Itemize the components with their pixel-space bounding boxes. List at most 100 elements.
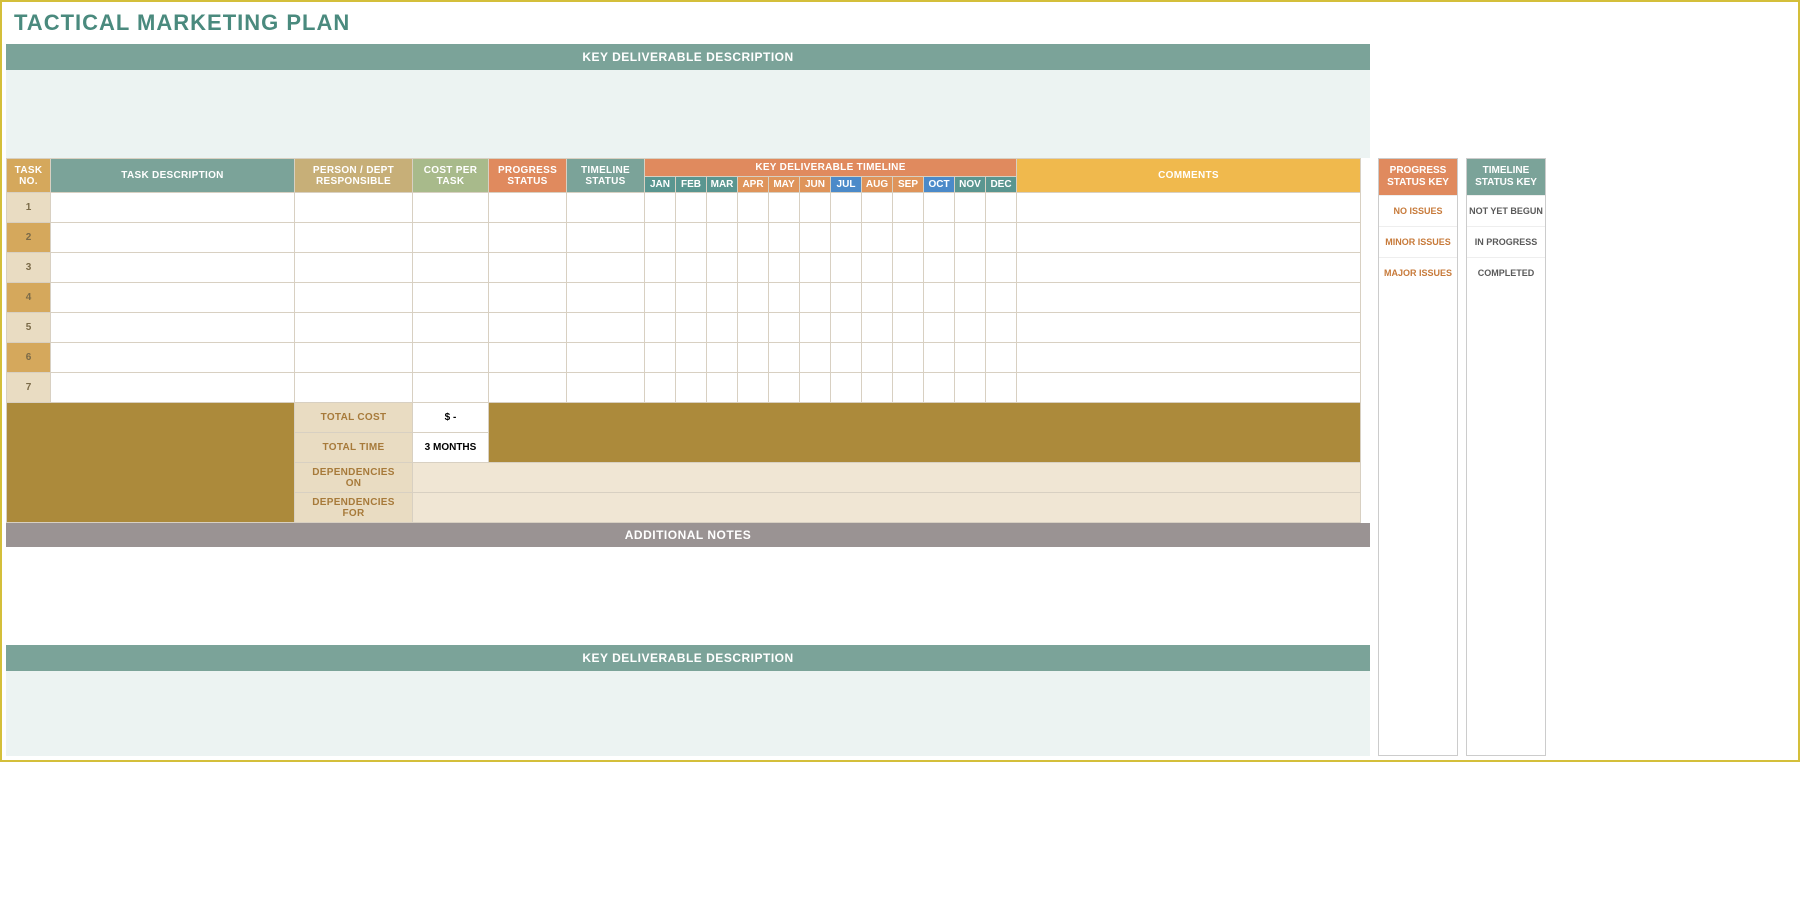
timeline-month-cell[interactable] [676, 283, 707, 313]
timeline-month-cell[interactable] [831, 373, 862, 403]
timeline-status-cell[interactable] [567, 193, 645, 223]
task-desc-cell[interactable] [51, 193, 295, 223]
task-desc-cell[interactable] [51, 313, 295, 343]
person-cell[interactable] [295, 253, 413, 283]
cost-cell[interactable] [413, 283, 489, 313]
timeline-month-cell[interactable] [707, 223, 738, 253]
timeline-month-cell[interactable] [769, 373, 800, 403]
timeline-month-cell[interactable] [769, 253, 800, 283]
timeline-month-cell[interactable] [955, 343, 986, 373]
comments-cell[interactable] [1017, 313, 1361, 343]
dependencies-on-value[interactable] [413, 463, 1361, 493]
progress-cell[interactable] [489, 313, 567, 343]
progress-cell[interactable] [489, 343, 567, 373]
timeline-month-cell[interactable] [955, 253, 986, 283]
cost-cell[interactable] [413, 343, 489, 373]
timeline-month-cell[interactable] [738, 313, 769, 343]
progress-cell[interactable] [489, 373, 567, 403]
timeline-month-cell[interactable] [955, 313, 986, 343]
timeline-month-cell[interactable] [645, 193, 676, 223]
timeline-month-cell[interactable] [738, 283, 769, 313]
timeline-month-cell[interactable] [707, 313, 738, 343]
person-cell[interactable] [295, 223, 413, 253]
timeline-month-cell[interactable] [645, 373, 676, 403]
cost-cell[interactable] [413, 373, 489, 403]
timeline-month-cell[interactable] [831, 253, 862, 283]
timeline-month-cell[interactable] [955, 373, 986, 403]
timeline-month-cell[interactable] [924, 343, 955, 373]
comments-cell[interactable] [1017, 373, 1361, 403]
timeline-month-cell[interactable] [862, 343, 893, 373]
cost-cell[interactable] [413, 223, 489, 253]
timeline-month-cell[interactable] [924, 313, 955, 343]
timeline-month-cell[interactable] [738, 223, 769, 253]
comments-cell[interactable] [1017, 193, 1361, 223]
timeline-month-cell[interactable] [738, 253, 769, 283]
timeline-month-cell[interactable] [769, 193, 800, 223]
timeline-month-cell[interactable] [738, 343, 769, 373]
timeline-month-cell[interactable] [800, 343, 831, 373]
task-desc-cell[interactable] [51, 343, 295, 373]
timeline-month-cell[interactable] [831, 343, 862, 373]
timeline-month-cell[interactable] [645, 283, 676, 313]
timeline-month-cell[interactable] [800, 313, 831, 343]
timeline-month-cell[interactable] [955, 283, 986, 313]
timeline-month-cell[interactable] [676, 313, 707, 343]
timeline-month-cell[interactable] [986, 223, 1017, 253]
timeline-month-cell[interactable] [893, 253, 924, 283]
task-desc-cell[interactable] [51, 283, 295, 313]
additional-notes-body[interactable] [6, 547, 1370, 637]
timeline-month-cell[interactable] [800, 253, 831, 283]
timeline-month-cell[interactable] [924, 373, 955, 403]
timeline-month-cell[interactable] [893, 193, 924, 223]
cost-cell[interactable] [413, 253, 489, 283]
timeline-month-cell[interactable] [707, 343, 738, 373]
timeline-month-cell[interactable] [645, 253, 676, 283]
timeline-month-cell[interactable] [986, 253, 1017, 283]
timeline-month-cell[interactable] [738, 373, 769, 403]
timeline-status-cell[interactable] [567, 343, 645, 373]
progress-cell[interactable] [489, 283, 567, 313]
timeline-month-cell[interactable] [676, 373, 707, 403]
timeline-month-cell[interactable] [645, 343, 676, 373]
timeline-month-cell[interactable] [800, 283, 831, 313]
timeline-month-cell[interactable] [800, 193, 831, 223]
timeline-month-cell[interactable] [924, 283, 955, 313]
timeline-month-cell[interactable] [893, 223, 924, 253]
person-cell[interactable] [295, 283, 413, 313]
timeline-status-cell[interactable] [567, 313, 645, 343]
deliverable-desc-body[interactable] [6, 70, 1370, 158]
task-desc-cell[interactable] [51, 223, 295, 253]
timeline-month-cell[interactable] [986, 283, 1017, 313]
total-time-value[interactable]: 3 MONTHS [413, 433, 489, 463]
timeline-month-cell[interactable] [645, 313, 676, 343]
timeline-month-cell[interactable] [924, 193, 955, 223]
timeline-month-cell[interactable] [862, 193, 893, 223]
timeline-month-cell[interactable] [831, 283, 862, 313]
comments-cell[interactable] [1017, 253, 1361, 283]
timeline-month-cell[interactable] [986, 313, 1017, 343]
timeline-month-cell[interactable] [955, 223, 986, 253]
timeline-month-cell[interactable] [986, 343, 1017, 373]
timeline-month-cell[interactable] [800, 373, 831, 403]
timeline-month-cell[interactable] [862, 373, 893, 403]
person-cell[interactable] [295, 373, 413, 403]
person-cell[interactable] [295, 193, 413, 223]
timeline-month-cell[interactable] [986, 193, 1017, 223]
timeline-month-cell[interactable] [831, 193, 862, 223]
person-cell[interactable] [295, 313, 413, 343]
cost-cell[interactable] [413, 313, 489, 343]
timeline-month-cell[interactable] [769, 343, 800, 373]
timeline-month-cell[interactable] [831, 223, 862, 253]
task-desc-cell[interactable] [51, 373, 295, 403]
timeline-month-cell[interactable] [862, 283, 893, 313]
person-cell[interactable] [295, 343, 413, 373]
comments-cell[interactable] [1017, 223, 1361, 253]
timeline-month-cell[interactable] [707, 253, 738, 283]
timeline-month-cell[interactable] [769, 283, 800, 313]
timeline-month-cell[interactable] [862, 313, 893, 343]
timeline-status-cell[interactable] [567, 373, 645, 403]
progress-cell[interactable] [489, 193, 567, 223]
timeline-month-cell[interactable] [831, 313, 862, 343]
timeline-month-cell[interactable] [707, 373, 738, 403]
